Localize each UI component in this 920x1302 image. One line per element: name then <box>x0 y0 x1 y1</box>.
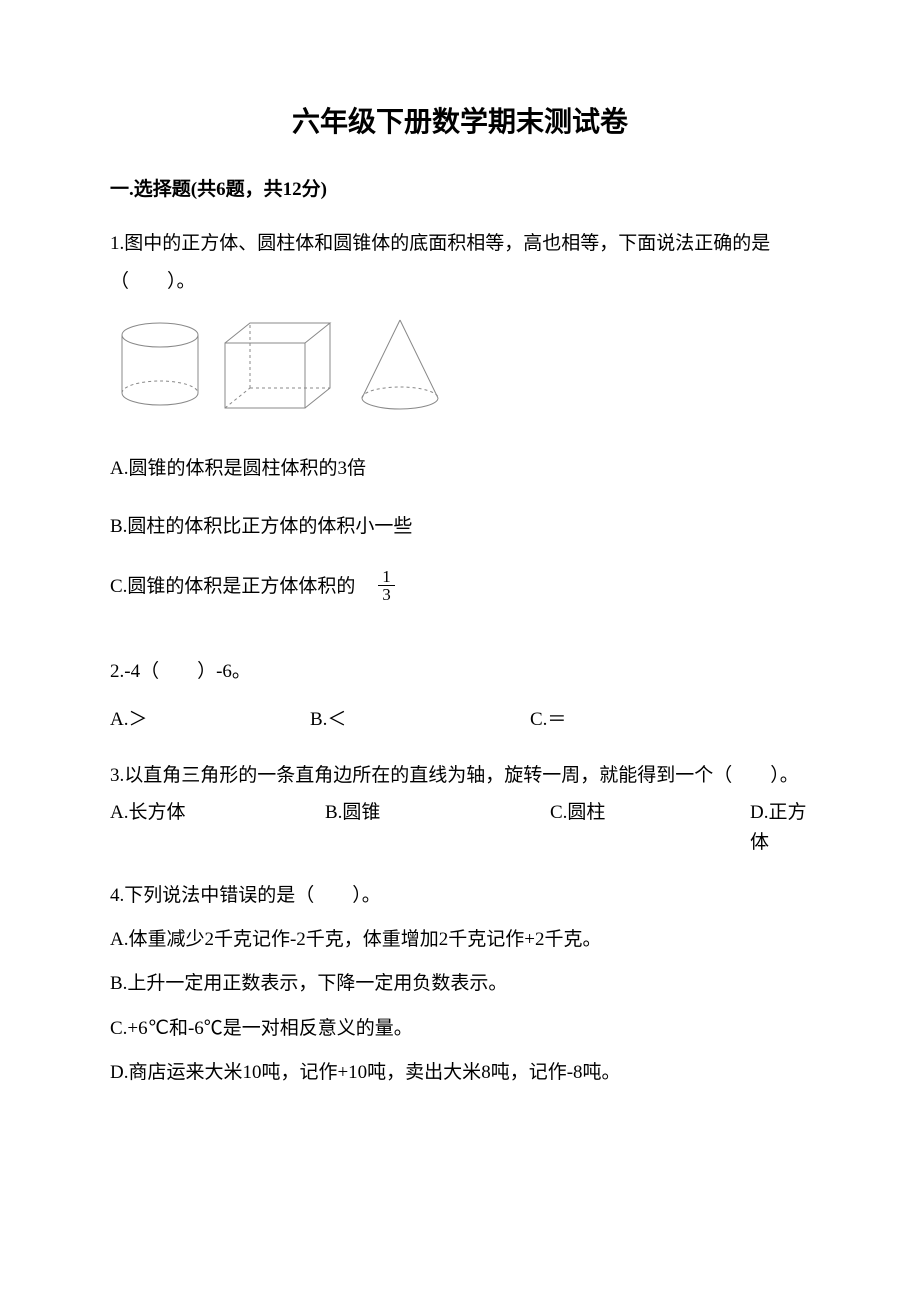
q1-text: 1.图中的正方体、圆柱体和圆锥体的底面积相等，高也相等，下面说法正确的是（ ）。 <box>110 233 770 292</box>
q4-option-b: B.上升一定用正数表示，下降一定用负数表示。 <box>110 969 810 999</box>
q3-option-c: C.圆柱 <box>550 798 750 859</box>
q1-option-b: B.圆柱的体积比正方体的体积小一些 <box>110 512 810 542</box>
q4-option-c: C.+6℃和-6℃是一对相反意义的量。 <box>110 1014 810 1044</box>
q2-option-a: A.＞ <box>110 701 310 739</box>
q3-option-b: B.圆锥 <box>325 798 550 859</box>
q4-option-a: A.体重减少2千克记作-2千克，体重增加2千克记作+2千克。 <box>110 925 810 955</box>
page-title: 六年级下册数学期末测试卷 <box>110 100 810 145</box>
q1-option-c-text: C.圆锥的体积是正方体体积的 <box>110 576 355 597</box>
q2-option-b: B.＜ <box>310 701 530 739</box>
fraction-numerator: 1 <box>378 568 395 586</box>
q1-option-a: A.圆锥的体积是圆柱体积的3倍 <box>110 454 810 484</box>
question-4: 4.下列说法中错误的是（ ）。 <box>110 881 810 911</box>
section-header: 一.选择题(共6题，共12分) <box>110 175 810 205</box>
q2-options: A.＞ B.＜ C.＝ <box>110 701 810 739</box>
question-1: 1.图中的正方体、圆柱体和圆锥体的底面积相等，高也相等，下面说法正确的是（ ）。 <box>110 225 810 301</box>
q4-option-d: D.商店运来大米10吨，记作+10吨，卖出大米8吨，记作-8吨。 <box>110 1058 810 1088</box>
q3-option-a: A.长方体 <box>110 798 325 859</box>
fraction-denominator: 3 <box>378 586 395 603</box>
question-3: 3.以直角三角形的一条直角边所在的直线为轴，旋转一周，就能得到一个（ ）。 <box>110 761 810 791</box>
q3-option-d: D.正方体 <box>750 798 810 859</box>
fraction-one-third: 1 3 <box>378 568 395 603</box>
q1-shapes <box>110 315 810 425</box>
q1-option-c: C.圆锥的体积是正方体体积的 1 3 <box>110 570 810 605</box>
q3-options: A.长方体 B.圆锥 C.圆柱 D.正方体 <box>110 798 810 859</box>
q2-option-c: C.＝ <box>530 701 730 739</box>
q2-text: 2.-4（ ）-6。 <box>110 653 810 691</box>
question-2: 2.-4（ ）-6。 A.＞ B.＜ C.＝ <box>110 653 810 739</box>
